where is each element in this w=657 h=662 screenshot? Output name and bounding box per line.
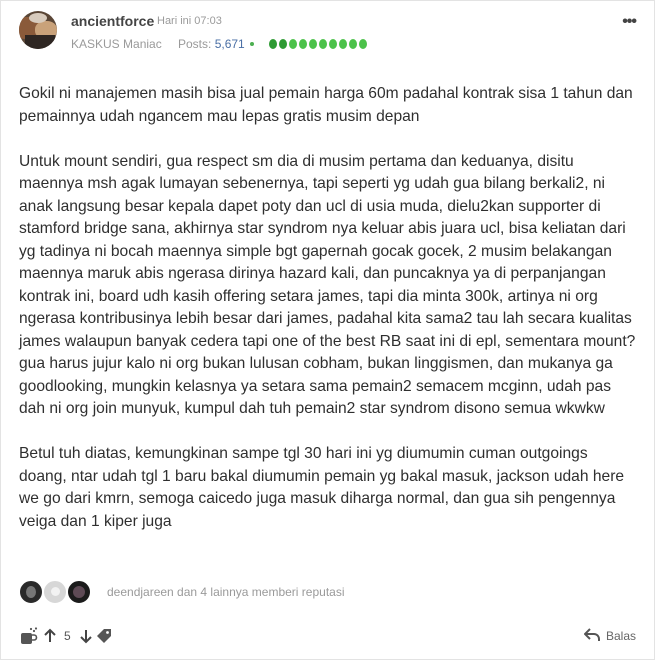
post-footer: 5 Balas xyxy=(19,624,636,650)
post-content: Gokil ni manajemen masih bisa jual pemai… xyxy=(19,83,639,556)
reputation-avatars[interactable] xyxy=(19,580,93,604)
bata-tag-icon[interactable] xyxy=(95,624,113,648)
reputer-avatar[interactable] xyxy=(19,580,43,604)
downvote-arrow-icon[interactable] xyxy=(79,624,93,648)
upvote-arrow-icon[interactable] xyxy=(43,624,57,648)
user-avatar[interactable] xyxy=(19,11,57,49)
post-paragraph: Betul tuh diatas, kemungkinan sampe tgl … xyxy=(19,445,625,530)
post-paragraph: Untuk mount sendiri, gua respect sm dia … xyxy=(19,152,636,418)
post-header: ancientforce Hari ini 07:03 KASKUS Mania… xyxy=(19,11,637,57)
separator-dot xyxy=(250,42,254,46)
reply-button[interactable]: Balas xyxy=(583,624,636,648)
reputation-bar xyxy=(269,39,367,49)
post-time: Hari ini 07:03 xyxy=(157,15,222,27)
post-paragraph: Gokil ni manajemen masih bisa jual pemai… xyxy=(19,85,633,125)
post-count-label: Posts: xyxy=(178,37,212,51)
user-rank: KASKUS Maniac xyxy=(71,37,162,51)
post-count: Posts: 5,671 xyxy=(178,37,245,51)
vote-count: 5 xyxy=(64,629,71,643)
reputer-avatar[interactable] xyxy=(67,580,91,604)
reputation-text[interactable]: deendjareen dan 4 lainnya memberi reputa… xyxy=(107,585,345,599)
post-count-value: 5,671 xyxy=(214,37,245,51)
reply-arrow-icon xyxy=(583,627,600,645)
cendol-cup-icon[interactable] xyxy=(19,624,39,648)
post-card: ancientforce Hari ini 07:03 KASKUS Mania… xyxy=(0,0,655,660)
more-options-icon[interactable]: ••• xyxy=(622,13,637,31)
reputer-avatar[interactable] xyxy=(43,580,67,604)
username[interactable]: ancientforce xyxy=(71,13,154,29)
reply-label: Balas xyxy=(605,629,636,643)
